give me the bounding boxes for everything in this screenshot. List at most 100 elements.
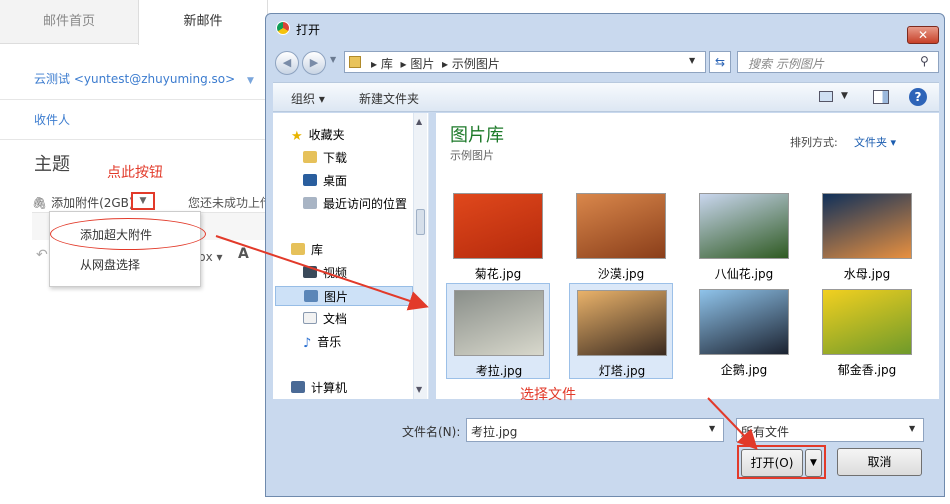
- address-bar[interactable]: ▸ 库 ▸ 图片 ▸ 示例图片 ▼: [344, 51, 706, 73]
- nav-videos[interactable]: 视频: [303, 263, 347, 283]
- nav-music[interactable]: ♪ 音乐: [303, 332, 341, 352]
- folder-icon: [349, 56, 361, 68]
- history-dropdown-icon[interactable]: ▼: [330, 55, 336, 64]
- file-name: 八仙花.jpg: [714, 267, 774, 281]
- file-item[interactable]: 企鹅.jpg: [692, 283, 796, 379]
- search-icon[interactable]: ⚲: [920, 54, 929, 68]
- help-icon[interactable]: ?: [909, 88, 927, 106]
- nav-downloads[interactable]: 下载: [303, 148, 347, 168]
- scroll-down-icon[interactable]: ▼: [416, 385, 422, 394]
- filename-input[interactable]: 考拉.jpg ▼: [466, 418, 724, 442]
- nav-computer-label: 计算机: [311, 381, 348, 395]
- file-item[interactable]: 灯塔.jpg: [569, 283, 673, 379]
- nav-documents-label: 文档: [323, 312, 348, 326]
- nav-recent[interactable]: 最近访问的位置: [303, 194, 407, 214]
- file-item[interactable]: 沙漠.jpg: [569, 187, 673, 283]
- tab-new-mail[interactable]: 新邮件: [138, 0, 268, 45]
- refresh-icon[interactable]: ⇆: [709, 51, 731, 73]
- mail-tabbar: 邮件首页 新邮件: [0, 0, 268, 45]
- filename-value: 考拉.jpg: [471, 425, 518, 439]
- file-thumbnail: [577, 290, 667, 356]
- nav-favorites[interactable]: ★ 收藏夹: [291, 125, 345, 145]
- close-button[interactable]: ✕: [907, 26, 939, 44]
- nav-desktop[interactable]: 桌面: [303, 171, 347, 191]
- chevron-down-icon[interactable]: ▼: [247, 76, 254, 86]
- sort-dropdown[interactable]: 文件夹 ▾: [854, 134, 896, 150]
- file-thumbnail: [454, 290, 544, 356]
- open-button[interactable]: 打开(O): [741, 449, 803, 477]
- scroll-up-icon[interactable]: ▲: [416, 117, 422, 126]
- file-view: 图片库 示例图片 排列方式: 文件夹 ▾ 菊花.jpg 沙漠.jpg 八仙花.jpg…: [436, 113, 939, 399]
- nav-pictures[interactable]: 图片: [275, 286, 413, 306]
- nav-pictures-label: 图片: [324, 290, 349, 304]
- navigation-pane: ★ 收藏夹 下载 桌面 最近访问的位置 库 视频 图片 文档 ♪ 音乐 计算机: [273, 113, 429, 399]
- preview-pane-icon[interactable]: [873, 90, 889, 104]
- breadcrumb-pictures[interactable]: 图片: [410, 57, 434, 71]
- font-color-label: A: [238, 246, 249, 262]
- paperclip-icon: 🖇: [32, 196, 48, 210]
- tab-mail-home[interactable]: 邮件首页: [0, 0, 138, 44]
- new-folder-button[interactable]: 新建文件夹: [359, 90, 419, 107]
- nav-videos-label: 视频: [323, 266, 348, 280]
- view-dropdown-icon[interactable]: ▼: [841, 91, 848, 101]
- file-item[interactable]: 菊花.jpg: [446, 187, 550, 283]
- search-input[interactable]: 搜索 示例图片 ⚲: [737, 51, 939, 73]
- file-name: 郁金香.jpg: [837, 363, 897, 377]
- file-thumbnail: [576, 193, 666, 259]
- annotation-click-here: 点此按钮: [107, 165, 163, 181]
- file-name: 菊花.jpg: [474, 267, 522, 281]
- organize-label: 组织: [291, 92, 316, 106]
- videos-icon: [303, 266, 317, 278]
- breadcrumb: ▸ 库 ▸ 图片 ▸ 示例图片: [371, 57, 500, 71]
- cancel-button[interactable]: 取消: [837, 448, 922, 476]
- from-field[interactable]: 云测试 <yuntest@zhuyuming.so> ▼: [0, 58, 268, 100]
- nav-documents[interactable]: 文档: [303, 309, 347, 329]
- back-button[interactable]: ◀: [275, 51, 299, 75]
- downloads-folder-icon: [303, 151, 317, 163]
- annotation-ellipse: [50, 218, 206, 250]
- subject-label[interactable]: 主题: [34, 150, 70, 176]
- attach-button[interactable]: 添加附件(2GB): [51, 196, 134, 210]
- file-type-dropdown-icon[interactable]: ▼: [909, 424, 915, 433]
- open-dropdown-button[interactable]: ▼: [805, 449, 822, 477]
- file-name: 企鹅.jpg: [720, 363, 768, 377]
- dialog-toolbar: 组织 ▾ 新建文件夹 ▼ ?: [273, 82, 939, 112]
- font-color-button[interactable]: A: [238, 246, 249, 262]
- nav-recent-label: 最近访问的位置: [323, 197, 408, 211]
- nav-computer[interactable]: 计算机: [291, 378, 347, 398]
- dialog-titlebar[interactable]: 打开 ✕: [266, 14, 944, 44]
- desktop-icon: [303, 174, 317, 186]
- view-icon[interactable]: [819, 91, 833, 102]
- file-type-select[interactable]: 所有文件 ▼: [736, 418, 924, 442]
- menu-item-from-netdisk[interactable]: 从网盘选择: [50, 250, 200, 280]
- address-dropdown-icon[interactable]: ▼: [689, 56, 695, 65]
- file-thumbnail: [699, 193, 789, 259]
- open-button-highlight: 打开(O) ▼: [737, 445, 826, 479]
- forward-button[interactable]: ▶: [302, 51, 326, 75]
- organize-button[interactable]: 组织 ▾: [291, 90, 325, 107]
- file-item[interactable]: 郁金香.jpg: [815, 283, 919, 379]
- file-item[interactable]: 八仙花.jpg: [692, 187, 796, 283]
- font-size-select[interactable]: px ▾: [198, 250, 223, 264]
- file-name: 水母.jpg: [843, 267, 891, 281]
- file-name: 考拉.jpg: [475, 364, 523, 378]
- from-address: 云测试 <yuntest@zhuyuming.so>: [34, 72, 236, 86]
- file-item[interactable]: 考拉.jpg: [446, 283, 550, 379]
- breadcrumb-libraries[interactable]: 库: [381, 57, 393, 71]
- filename-dropdown-icon[interactable]: ▼: [709, 424, 715, 433]
- libraries-icon: [291, 243, 305, 255]
- file-item[interactable]: 水母.jpg: [815, 187, 919, 283]
- nav-favorites-label: 收藏夹: [308, 128, 345, 142]
- nav-libraries[interactable]: 库: [291, 240, 323, 260]
- breadcrumb-sample-pictures[interactable]: 示例图片: [452, 57, 500, 71]
- to-field[interactable]: 收件人: [0, 100, 268, 140]
- undo-icon[interactable]: ↶: [36, 247, 48, 263]
- nav-music-label: 音乐: [317, 335, 342, 349]
- scroll-thumb[interactable]: [416, 209, 425, 235]
- dialog-title: 打开: [296, 23, 321, 37]
- file-thumbnail: [822, 193, 912, 259]
- nav-scrollbar[interactable]: ▲ ▼: [413, 113, 427, 399]
- attach-dropdown-button[interactable]: ▼: [131, 192, 155, 210]
- documents-icon: [303, 312, 317, 324]
- library-subtitle: 示例图片: [450, 149, 494, 162]
